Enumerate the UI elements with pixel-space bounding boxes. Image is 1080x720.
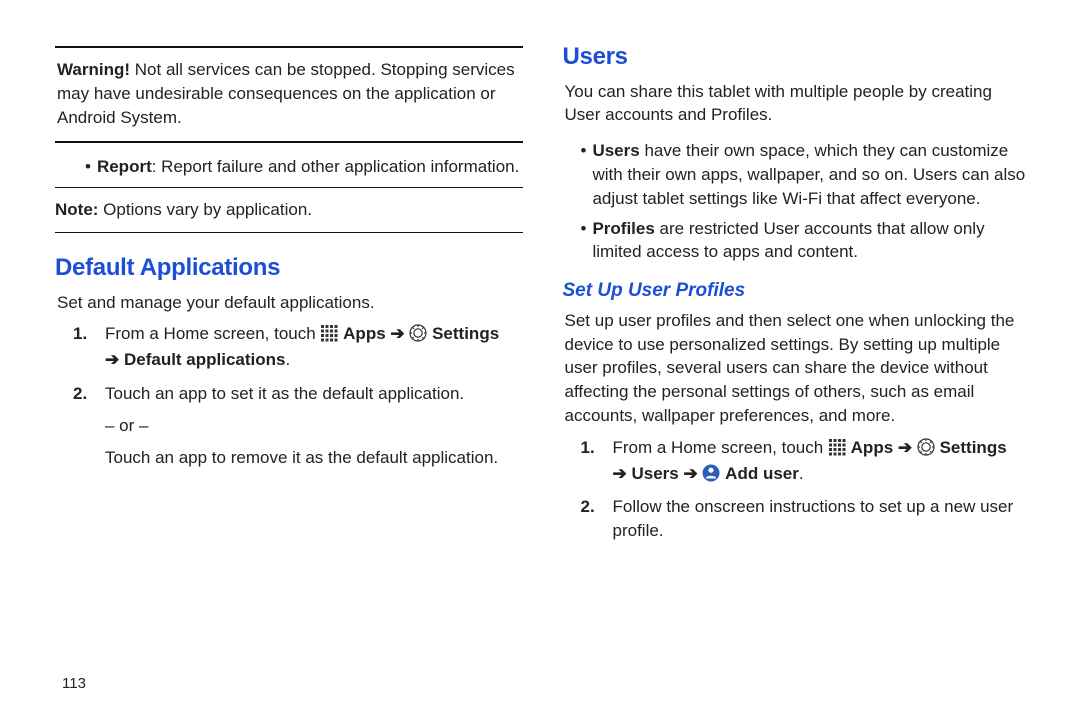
- step-number: 1.: [581, 436, 603, 486]
- default-apps-label: Default applications: [124, 350, 286, 369]
- warning-block: Warning! Not all services can be stopped…: [55, 54, 523, 135]
- step-item: 1. From a Home screen, touch Apps ➔ S: [73, 322, 523, 372]
- divider: [55, 46, 523, 48]
- add-user-label: Add user: [725, 464, 799, 483]
- list-item: • Profiles are restricted User accounts …: [581, 217, 1031, 265]
- right-column: Users You can share this tablet with mul…: [563, 40, 1031, 690]
- section-heading-default-apps: Default Applications: [55, 251, 523, 285]
- users-nav-label: Users: [631, 464, 678, 483]
- apps-grid-icon: [320, 324, 338, 342]
- steps-list: 1. From a Home screen, touch Apps ➔ S: [73, 322, 523, 469]
- arrow-icon: ➔: [105, 350, 124, 369]
- list-item: • Users have their own space, which they…: [581, 139, 1031, 210]
- note-text: Options vary by application.: [98, 200, 312, 219]
- report-text: : Report failure and other application i…: [152, 157, 520, 176]
- step-number: 2.: [581, 495, 603, 543]
- step-text: From a Home screen, touch: [105, 324, 320, 343]
- report-bullet: • Report: Report failure and other appli…: [85, 155, 523, 179]
- step-item: 1. From a Home screen, touch Apps ➔ S: [581, 436, 1031, 486]
- period: .: [799, 464, 804, 483]
- subsection-heading-setup-profiles: Set Up User Profiles: [563, 278, 1031, 305]
- bullet-icon: •: [581, 139, 587, 210]
- arrow-icon: ➔: [390, 324, 409, 343]
- subsection-intro: Set up user profiles and then select one…: [565, 309, 1031, 428]
- apps-label: Apps: [343, 324, 386, 343]
- step-number: 2.: [73, 382, 95, 469]
- section-heading-users: Users: [563, 40, 1031, 74]
- step-number: 1.: [73, 322, 95, 372]
- divider: [55, 232, 523, 233]
- arrow-icon: ➔: [683, 464, 702, 483]
- steps-list: 1. From a Home screen, touch Apps ➔ S: [581, 436, 1031, 543]
- arrow-icon: ➔: [613, 464, 632, 483]
- settings-label: Settings: [432, 324, 499, 343]
- page-number: 113: [62, 673, 86, 694]
- add-user-icon: [702, 464, 720, 482]
- profiles-label: Profiles: [592, 219, 654, 238]
- arrow-icon: ➔: [898, 438, 917, 457]
- period: .: [286, 350, 291, 369]
- apps-grid-icon: [828, 438, 846, 456]
- or-separator: – or –: [105, 414, 523, 438]
- step-item: 2. Touch an app to set it as the default…: [73, 382, 523, 469]
- bullet-icon: •: [581, 217, 587, 265]
- divider: [55, 187, 523, 188]
- divider: [55, 141, 523, 143]
- report-label: Report: [97, 157, 152, 176]
- step-text: Touch an app to set it as the default ap…: [105, 384, 464, 403]
- left-column: Warning! Not all services can be stopped…: [55, 40, 523, 690]
- step-item: 2. Follow the onscreen instructions to s…: [581, 495, 1031, 543]
- section-intro: Set and manage your default applications…: [57, 291, 523, 315]
- apps-label: Apps: [851, 438, 894, 457]
- users-intro: You can share this tablet with multiple …: [565, 80, 1031, 128]
- step-text: Touch an app to remove it as the default…: [105, 446, 523, 470]
- users-bullets: • Users have their own space, which they…: [581, 139, 1031, 264]
- step-text: From a Home screen, touch: [613, 438, 828, 457]
- settings-label: Settings: [940, 438, 1007, 457]
- note-label: Note:: [55, 200, 98, 219]
- bullet-icon: •: [85, 155, 91, 179]
- warning-label: Warning!: [57, 60, 130, 79]
- gear-icon: [409, 324, 427, 342]
- step-text: Follow the onscreen instructions to set …: [613, 495, 1031, 543]
- gear-icon: [917, 438, 935, 456]
- bullet-text: have their own space, which they can cus…: [592, 141, 1025, 208]
- note-block: Note: Options vary by application.: [55, 194, 523, 226]
- users-label: Users: [592, 141, 639, 160]
